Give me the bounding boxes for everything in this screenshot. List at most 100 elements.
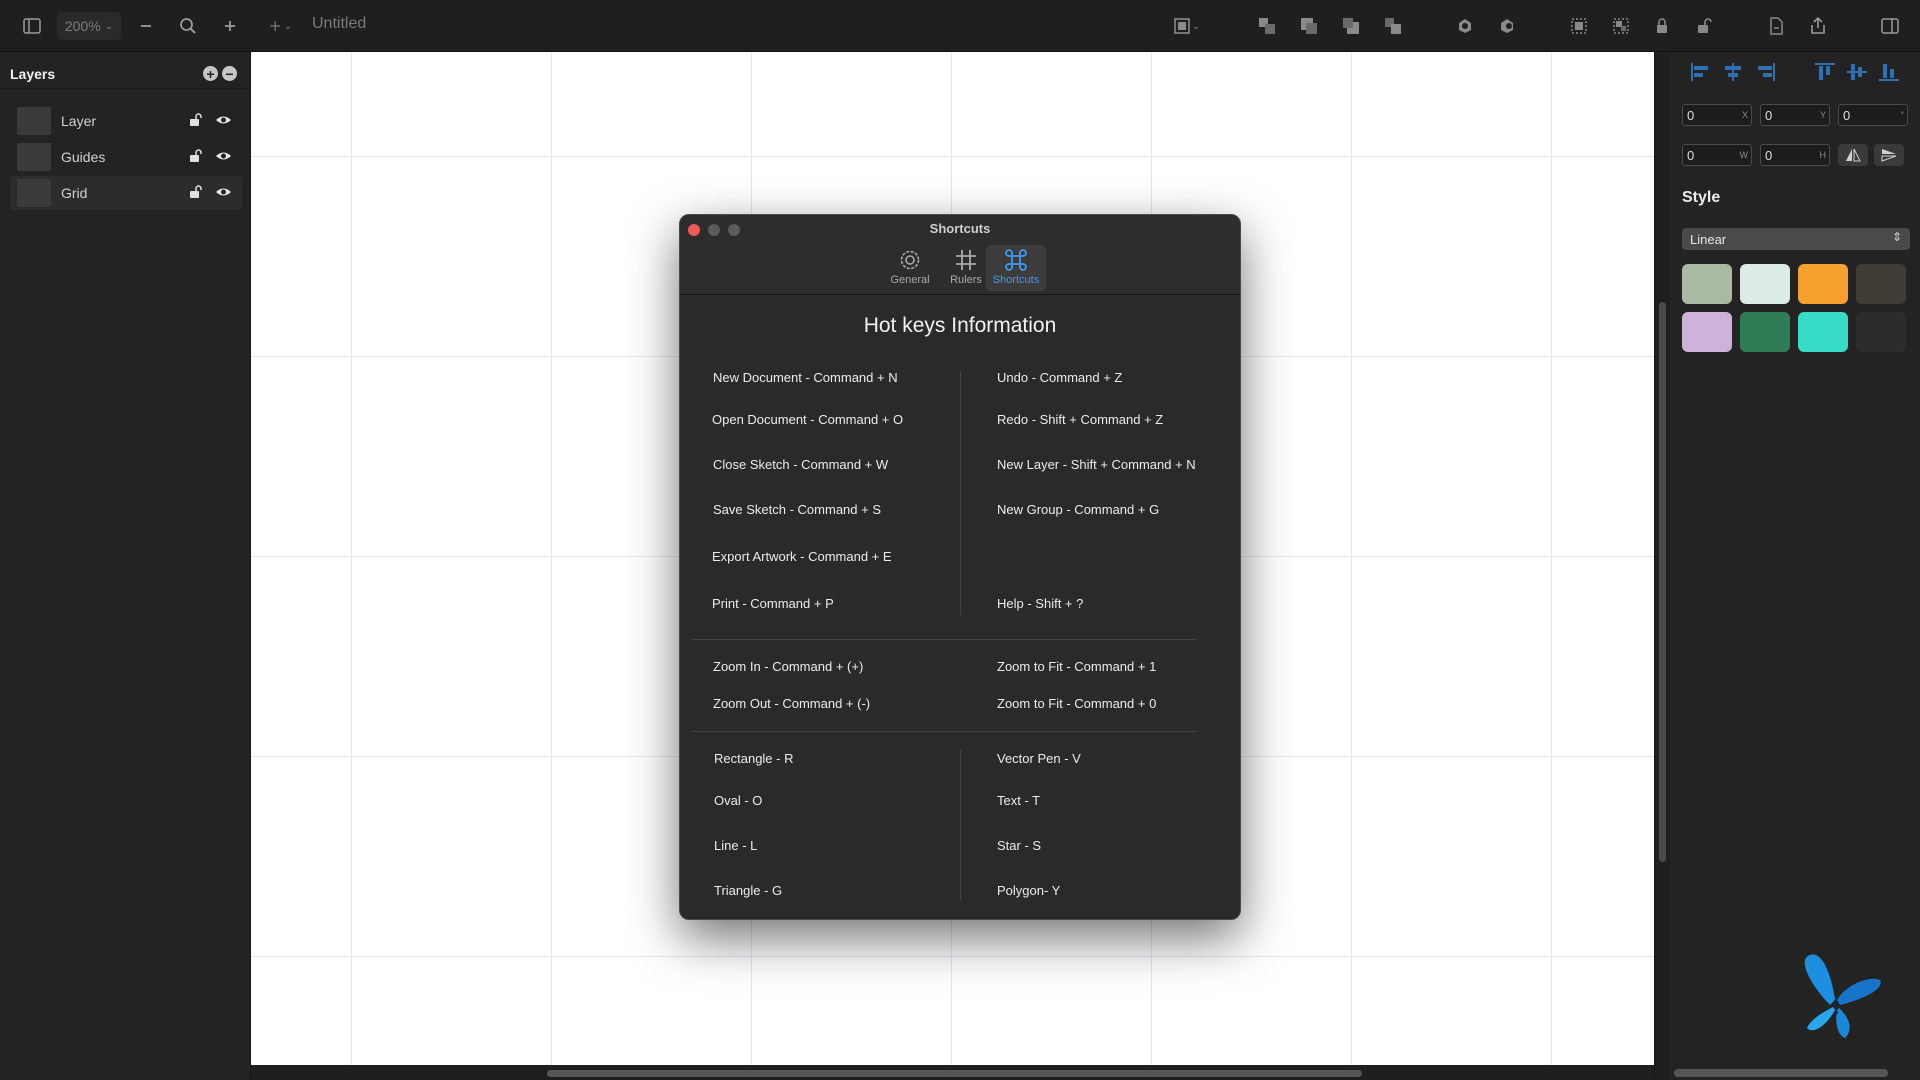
shortcuts-dialog: Shortcuts General Rulers Shortcuts Hot k… xyxy=(679,214,1241,920)
gear-icon xyxy=(900,250,920,270)
y-field[interactable]: 0 Y xyxy=(1760,104,1830,126)
unlocked-padlock-icon[interactable] xyxy=(188,184,204,200)
shortcut-item: Rectangle - R xyxy=(714,751,794,766)
y-label: Y xyxy=(1819,110,1826,120)
grid-icon xyxy=(956,250,976,270)
layer-row-guides[interactable]: Guides xyxy=(10,140,242,174)
align-top-icon[interactable] xyxy=(1812,60,1838,84)
tab-rulers-label: Rulers xyxy=(950,274,982,286)
eye-icon[interactable] xyxy=(215,113,232,127)
tab-shortcuts[interactable]: Shortcuts xyxy=(986,245,1046,291)
flip-vertical-button[interactable] xyxy=(1874,144,1904,166)
shortcut-item: Save Sketch - Command + S xyxy=(713,502,881,517)
eye-icon[interactable] xyxy=(215,149,232,163)
zoom-select[interactable]: 200% ⌄ xyxy=(57,12,121,40)
section-divider xyxy=(692,639,1197,640)
width-label: W xyxy=(1739,150,1749,160)
zoom-in-icon[interactable] xyxy=(218,12,242,40)
bring-forward-icon[interactable] xyxy=(1296,12,1322,40)
gradient-type-select[interactable]: Linear ⇕ xyxy=(1682,228,1910,250)
inspector-scrollbar[interactable] xyxy=(1674,1069,1888,1077)
height-field[interactable]: 0 H xyxy=(1760,144,1830,166)
inspector-panel: 0 X 0 Y 0 ° 0 W 0 H Style Linear ⇕ xyxy=(1670,52,1920,1080)
zoom-value: 200% xyxy=(64,18,101,34)
height-label: H xyxy=(1819,150,1827,160)
sidebar-toggle-icon[interactable] xyxy=(18,12,46,40)
updown-chevron-icon: ⇕ xyxy=(1891,230,1902,244)
width-field[interactable]: 0 W xyxy=(1682,144,1752,166)
y-value: 0 xyxy=(1765,108,1773,123)
gradient-type-value: Linear xyxy=(1690,232,1727,247)
magnifier-icon[interactable] xyxy=(176,12,200,40)
vertical-scroll-thumb[interactable] xyxy=(1659,302,1666,862)
inspector-toggle-icon[interactable] xyxy=(1876,12,1904,40)
unlocked-padlock-icon[interactable] xyxy=(188,148,204,164)
shortcut-item: New Group - Command + G xyxy=(997,502,1160,517)
unlocked-padlock-icon[interactable] xyxy=(188,112,204,128)
butterfly-logo-icon xyxy=(1804,954,1881,1038)
flip-vertical-icon xyxy=(1881,149,1897,162)
bring-to-front-icon[interactable] xyxy=(1254,12,1280,40)
share-icon[interactable] xyxy=(1806,12,1830,40)
shortcut-item: Help - Shift + ? xyxy=(997,596,1084,611)
align-left-icon[interactable] xyxy=(1688,60,1714,84)
add-menu-icon[interactable]: ⌄ xyxy=(262,12,298,40)
shortcut-item: Open Document - Command + O xyxy=(712,412,904,427)
column-divider xyxy=(960,371,961,615)
horizontal-scroll-thumb[interactable] xyxy=(547,1070,1362,1077)
union-icon[interactable] xyxy=(1452,12,1478,40)
flip-horizontal-button[interactable] xyxy=(1838,144,1868,166)
layer-thumbnail xyxy=(17,107,51,135)
add-layer-button[interactable]: + xyxy=(203,66,218,81)
layer-row-layer[interactable]: Layer xyxy=(10,104,242,138)
rotation-field[interactable]: 0 ° xyxy=(1838,104,1908,126)
frame-icon[interactable]: ⌄ xyxy=(1166,12,1206,40)
layers-title: Layers xyxy=(10,66,56,82)
color-swatch[interactable] xyxy=(1740,264,1790,304)
align-bottom-icon[interactable] xyxy=(1876,60,1902,84)
align-right-icon[interactable] xyxy=(1752,60,1778,84)
style-title: Style xyxy=(1682,189,1721,206)
layers-panel: Layers + − Layer Guides Grid xyxy=(0,52,251,1080)
horizontal-scrollbar[interactable] xyxy=(251,1065,1654,1080)
lock-icon[interactable] xyxy=(1650,12,1674,40)
color-swatch[interactable] xyxy=(1682,264,1732,304)
send-to-back-icon[interactable] xyxy=(1380,12,1406,40)
shortcut-item: Triangle - G xyxy=(714,883,783,898)
unlock-icon[interactable] xyxy=(1692,12,1716,40)
shortcut-item: Star - S xyxy=(997,838,1042,853)
send-backward-icon[interactable] xyxy=(1338,12,1364,40)
shortcut-item: Oval - O xyxy=(714,793,763,808)
layers-header: Layers + − xyxy=(0,52,251,89)
section-divider xyxy=(692,731,1197,732)
flip-horizontal-icon xyxy=(1846,148,1861,162)
eye-icon[interactable] xyxy=(215,185,232,199)
remove-layer-button[interactable]: − xyxy=(222,66,237,81)
ungroup-icon[interactable] xyxy=(1608,12,1634,40)
dialog-heading: Hot keys Information xyxy=(863,314,1057,337)
column-divider xyxy=(960,750,961,900)
group-icon[interactable] xyxy=(1566,12,1592,40)
color-swatch[interactable] xyxy=(1798,264,1848,304)
rotation-label: ° xyxy=(1900,110,1904,120)
vertical-scrollbar[interactable] xyxy=(1654,52,1670,1080)
tab-general[interactable]: General xyxy=(880,245,940,291)
shortcut-item: Close Sketch - Command + W xyxy=(713,457,889,472)
align-middle-vertical-icon[interactable] xyxy=(1844,60,1870,84)
chevron-down-icon: ⌄ xyxy=(104,20,114,32)
export-file-icon[interactable] xyxy=(1764,12,1788,40)
subtract-icon[interactable] xyxy=(1494,12,1520,40)
shortcut-item: New Layer - Shift + Command + N xyxy=(997,457,1196,472)
x-field[interactable]: 0 X xyxy=(1682,104,1752,126)
layer-row-grid[interactable]: Grid xyxy=(10,176,242,210)
align-center-horizontal-icon[interactable] xyxy=(1720,60,1746,84)
shortcut-item: Print - Command + P xyxy=(712,596,834,611)
color-swatch[interactable] xyxy=(1798,312,1848,352)
zoom-out-icon[interactable] xyxy=(134,12,158,40)
color-swatch[interactable] xyxy=(1682,312,1732,352)
color-swatch[interactable] xyxy=(1856,312,1906,352)
color-swatch[interactable] xyxy=(1856,264,1906,304)
shortcut-item: Undo - Command + Z xyxy=(997,370,1123,385)
color-swatch[interactable] xyxy=(1740,312,1790,352)
shortcut-item: Zoom Out - Command + (-) xyxy=(713,696,871,711)
